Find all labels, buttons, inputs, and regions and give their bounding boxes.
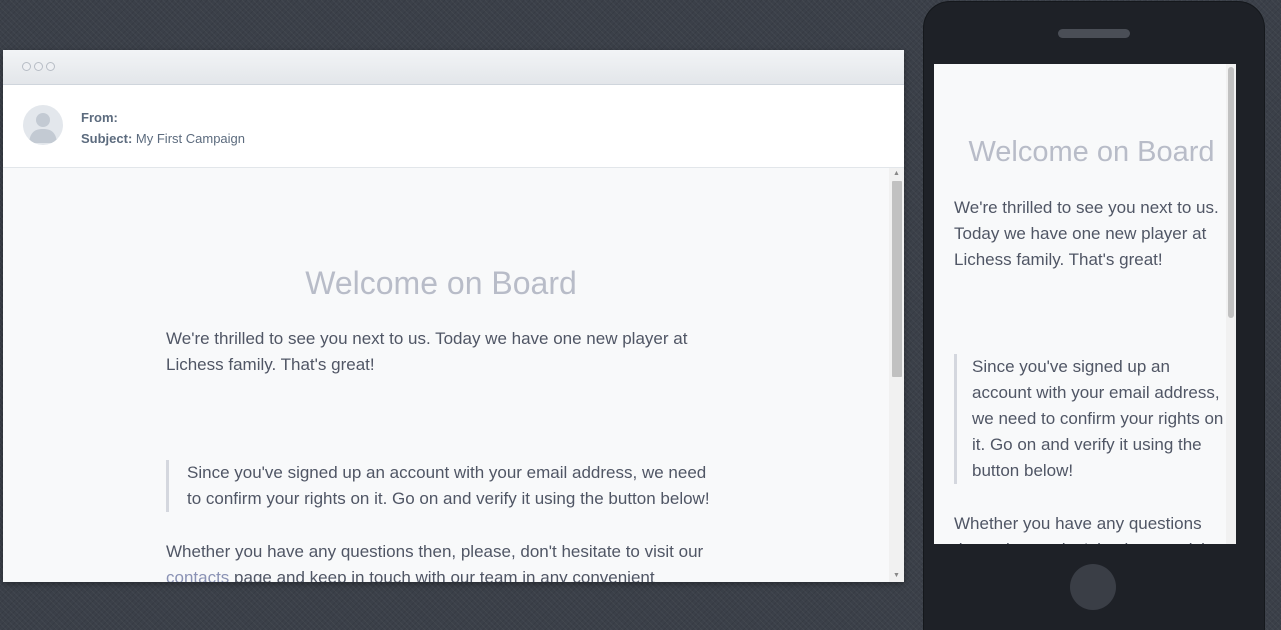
subject-label: Subject: xyxy=(81,131,133,146)
desktop-preview-window: From: Subject: My First Campaign Welcome… xyxy=(3,50,904,582)
mobile-email-content: Welcome on Board We're thrilled to see y… xyxy=(954,64,1229,544)
contacts-link[interactable]: contacts xyxy=(166,568,229,582)
mobile-email-heading: Welcome on Board xyxy=(968,136,1215,168)
intro-paragraph: We're thrilled to see you next to us. To… xyxy=(166,329,688,374)
mobile-screen[interactable]: Welcome on Board We're thrilled to see y… xyxy=(934,64,1236,544)
closing-text: Whether you have any questions then, ple… xyxy=(166,542,704,561)
vertical-scrollbar[interactable]: ▲ ▼ xyxy=(889,168,904,582)
email-content: Welcome on Board We're thrilled to see y… xyxy=(166,168,716,582)
email-header: From: Subject: My First Campaign xyxy=(3,85,904,168)
window-dot-icon[interactable] xyxy=(46,62,55,71)
mobile-scrollbar[interactable] xyxy=(1226,64,1236,544)
subject-row: Subject: My First Campaign xyxy=(81,128,245,149)
email-body-viewport[interactable]: Welcome on Board We're thrilled to see y… xyxy=(3,168,904,582)
scroll-down-arrow-icon[interactable]: ▼ xyxy=(889,570,904,582)
email-heading: Welcome on Board xyxy=(305,265,577,301)
from-label: From: xyxy=(81,110,118,125)
confirm-quote: Since you've signed up an account with y… xyxy=(166,460,716,512)
window-dot-icon[interactable] xyxy=(22,62,31,71)
mobile-closing-paragraph: Whether you have any questions then, ple… xyxy=(954,514,1210,544)
scrollbar-thumb[interactable] xyxy=(892,181,902,377)
window-titlebar xyxy=(3,50,904,85)
phone-speaker xyxy=(1058,29,1130,38)
email-meta: From: Subject: My First Campaign xyxy=(81,107,245,149)
window-controls xyxy=(22,62,55,71)
closing-text-end: page and keep in touch with our team in … xyxy=(234,568,655,582)
home-button-icon[interactable] xyxy=(1070,564,1116,610)
mobile-intro-paragraph: We're thrilled to see you next to us. To… xyxy=(954,198,1219,269)
window-dot-icon[interactable] xyxy=(34,62,43,71)
from-row: From: xyxy=(81,107,245,128)
mobile-preview-device: Welcome on Board We're thrilled to see y… xyxy=(924,2,1264,630)
avatar-icon xyxy=(23,105,63,145)
mobile-scrollbar-thumb[interactable] xyxy=(1228,67,1234,318)
closing-paragraph: Whether you have any questions then, ple… xyxy=(166,539,716,582)
subject-value: My First Campaign xyxy=(135,131,245,146)
mobile-confirm-quote: Since you've signed up an account with y… xyxy=(954,354,1229,484)
scroll-up-arrow-icon[interactable]: ▲ xyxy=(889,168,904,180)
